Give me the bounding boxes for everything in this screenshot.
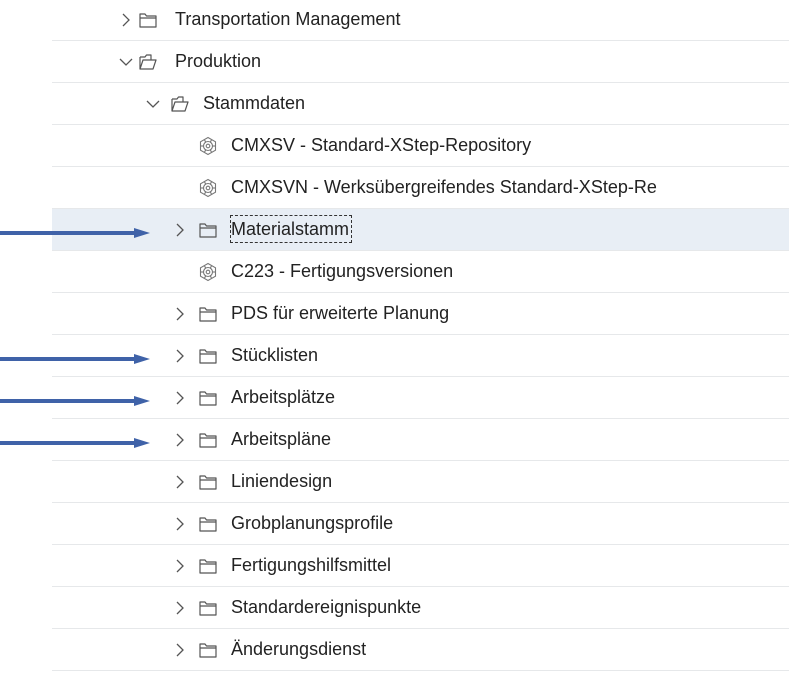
annotation-arrow — [0, 351, 150, 364]
tree-node-fertigungshilfsmittel[interactable]: Fertigungshilfsmittel — [52, 545, 789, 587]
folder-icon — [198, 304, 218, 324]
annotation-arrow — [0, 225, 150, 238]
tree-node-pds-fuer-erweiterte-planung[interactable]: PDS für erweiterte Planung — [52, 293, 789, 335]
chevron-right-icon[interactable] — [172, 432, 188, 448]
transaction-icon — [198, 178, 218, 198]
tree-node-label: Fertigungshilfsmittel — [231, 555, 392, 575]
tree-node-label: CMXSVN - Werksübergreifendes Standard-XS… — [231, 177, 657, 197]
tree-node-label: Grobplanungsprofile — [231, 513, 394, 533]
tree-node-label: Arbeitspläne — [231, 429, 332, 449]
tree-node-label: C223 - Fertigungsversionen — [231, 261, 454, 281]
chevron-right-icon[interactable] — [172, 390, 188, 406]
annotation-arrow — [0, 393, 150, 406]
tree-node-label: Transportation Management — [175, 9, 401, 29]
folder-icon — [198, 556, 218, 576]
folder-icon — [198, 388, 218, 408]
folder-icon — [198, 220, 218, 240]
tree-node-cmxsvn-werksuebergreifendes-standard-xst[interactable]: CMXSVN - Werksübergreifendes Standard-XS… — [52, 167, 789, 209]
menu-tree: Transportation Management Produktion Stamm… — [0, 0, 789, 674]
tree-node-label: Produktion — [175, 51, 262, 71]
tree-node-liniendesign[interactable]: Liniendesign — [52, 461, 789, 503]
annotation-arrow — [0, 435, 150, 448]
tree-node-cmxsv-standard-xstep-repository[interactable]: CMXSV - Standard-XStep-Repository — [52, 125, 789, 167]
tree-node-c223-fertigungsversionen[interactable]: C223 - Fertigungsversionen — [52, 251, 789, 293]
chevron-down-icon[interactable] — [118, 54, 134, 70]
tree-node-standardereignispunkte[interactable]: Standardereignispunkte — [52, 587, 789, 629]
chevron-right-icon[interactable] — [172, 222, 188, 238]
tree-node-arbeitsplaetze[interactable]: Arbeitsplätze — [52, 377, 789, 419]
folder-icon — [198, 598, 218, 618]
tree-node-label: Materialstamm — [229, 215, 353, 243]
chevron-right-icon[interactable] — [172, 348, 188, 364]
tree-node-transportation-management[interactable]: Transportation Management — [52, 0, 789, 41]
tree-node-label: PDS für erweiterte Planung — [231, 303, 450, 323]
folder-icon — [198, 640, 218, 660]
tree-node-label: Liniendesign — [231, 471, 333, 491]
folder-icon — [198, 430, 218, 450]
tree-node-label: CMXSV - Standard-XStep-Repository — [231, 135, 532, 155]
tree-node-materialstamm[interactable]: Materialstamm — [52, 209, 789, 251]
tree-node-produktion[interactable]: Produktion — [52, 41, 789, 83]
chevron-right-icon[interactable] — [172, 600, 188, 616]
chevron-right-icon[interactable] — [172, 558, 188, 574]
tree-node-label: Standardereignispunkte — [231, 597, 422, 617]
tree-node-label: Stücklisten — [231, 345, 319, 365]
chevron-right-icon[interactable] — [118, 12, 134, 28]
chevron-right-icon[interactable] — [172, 306, 188, 322]
tree-node-label: Stammdaten — [203, 93, 306, 113]
tree-node-grobplanungsprofile[interactable]: Grobplanungsprofile — [52, 503, 789, 545]
tree-node-stuecklisten[interactable]: Stücklisten — [52, 335, 789, 377]
tree-node-arbeitsplaene[interactable]: Arbeitspläne — [52, 419, 789, 461]
folder-icon — [198, 346, 218, 366]
chevron-right-icon[interactable] — [172, 516, 188, 532]
folder-icon — [198, 472, 218, 492]
tree-node-stammdaten[interactable]: Stammdaten — [52, 83, 789, 125]
folder-open-icon — [170, 94, 190, 114]
transaction-icon — [198, 136, 218, 156]
transaction-icon — [198, 262, 218, 282]
tree-node-label: Änderungsdienst — [231, 639, 367, 659]
chevron-right-icon[interactable] — [172, 642, 188, 658]
folder-icon — [138, 10, 158, 30]
tree-node-label: Arbeitsplätze — [231, 387, 336, 407]
folder-icon — [198, 514, 218, 534]
chevron-right-icon[interactable] — [172, 474, 188, 490]
folder-open-icon — [138, 52, 158, 72]
chevron-down-icon[interactable] — [145, 96, 161, 112]
tree-node-aenderungsdienst[interactable]: Änderungsdienst — [52, 629, 789, 671]
